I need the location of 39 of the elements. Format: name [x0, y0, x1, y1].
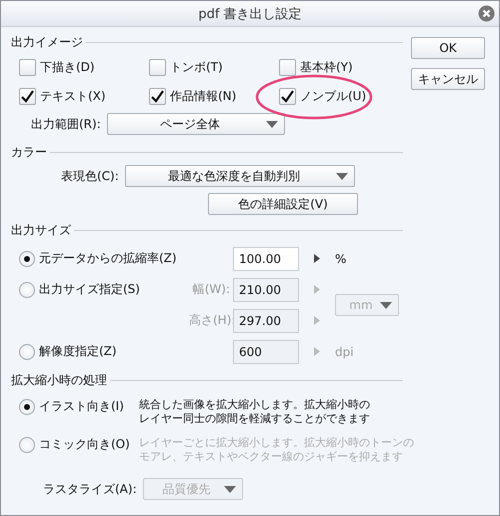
arrow-icon[interactable]: [314, 254, 320, 263]
unit-label: dpi: [335, 344, 354, 358]
checkbox[interactable]: 作品情報(N): [149, 88, 279, 105]
caret-icon: [336, 172, 348, 180]
close-icon[interactable]: [478, 5, 495, 22]
option-description: モアレ、テキストやベクター線のジャギーを抑えます: [139, 450, 404, 464]
dialog-button[interactable]: キャンセル: [411, 68, 485, 90]
color-mode-dropdown[interactable]: 最適な色深度を自動判別: [124, 165, 355, 187]
radio-button[interactable]: 元データからの拡縮率(Z): [19, 250, 189, 267]
unit-label: %: [335, 252, 346, 266]
checkbox[interactable]: 基本枠(Y): [279, 59, 409, 76]
dialog-button[interactable]: OK: [411, 37, 485, 59]
caret-icon: [224, 486, 236, 492]
caret-icon: [380, 302, 392, 308]
check-icon: [21, 90, 34, 103]
radio-button[interactable]: コミック向き(O): [19, 436, 139, 453]
checkbox[interactable]: テキスト(X): [19, 88, 149, 105]
checkbox[interactable]: トンボ(T): [149, 59, 279, 76]
range-dropdown[interactable]: ページ全体: [106, 113, 285, 135]
checkbox[interactable]: ノンブル(U): [279, 88, 409, 105]
caret-icon: [266, 120, 278, 128]
radio-button[interactable]: イラスト向き(I): [19, 398, 139, 415]
checkbox[interactable]: 下描き(D): [19, 59, 149, 76]
field-label: 出力範囲(R):: [31, 116, 101, 132]
section-heading: 出力サイズ: [11, 222, 71, 238]
option-description: レイヤー同士の隙間を軽減することができます: [139, 412, 371, 426]
color-detail-button[interactable]: 色の詳細設定(V): [208, 193, 358, 215]
field-label: ラスタライズ(A):: [43, 480, 137, 498]
section-heading: 拡大縮小時の処理: [11, 372, 107, 388]
section-heading: 出力イメージ: [11, 34, 83, 50]
check-icon: [151, 90, 164, 103]
option-description: レイヤーごとに拡大縮小します。拡大縮小時のトーンの: [139, 436, 414, 450]
section-heading: カラー: [11, 144, 47, 160]
number-field[interactable]: 100.00: [233, 246, 299, 270]
field-label: 幅(W):: [192, 281, 231, 298]
window-title: pdf 書き出し設定: [198, 6, 302, 22]
field-label: 表現色(C):: [61, 168, 119, 184]
check-icon: [281, 90, 294, 103]
option-description: 統合した画像を拡大縮小します。拡大縮小時の: [139, 398, 371, 412]
